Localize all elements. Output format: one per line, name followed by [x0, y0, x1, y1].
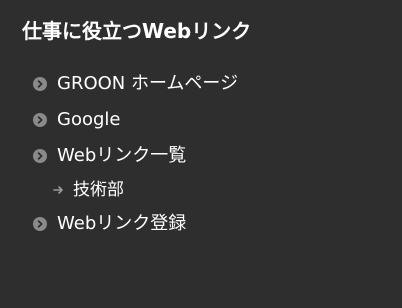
panel-title: 仕事に役立つWebリンク — [22, 19, 252, 43]
link-label[interactable]: Webリンク登録 — [57, 212, 186, 236]
circle-chevron-right-icon — [33, 149, 47, 163]
link-item-groon-homepage[interactable]: GROON ホームページ — [33, 66, 238, 102]
link-item-web-link-register[interactable]: Webリンク登録 — [33, 206, 238, 242]
web-links-panel: 仕事に役立つWebリンク GROON ホームページ Google Webリンク一… — [0, 0, 402, 308]
link-label[interactable]: Webリンク一覧 — [57, 144, 186, 168]
link-label[interactable]: GROON ホームページ — [57, 72, 238, 96]
circle-chevron-right-icon — [33, 77, 47, 91]
sublink-item-engineering[interactable]: 技術部 — [33, 174, 238, 206]
arrow-right-icon — [52, 184, 64, 196]
link-item-google[interactable]: Google — [33, 102, 238, 138]
link-item-web-link-list[interactable]: Webリンク一覧 — [33, 138, 238, 174]
sublink-label[interactable]: 技術部 — [73, 178, 124, 202]
link-label[interactable]: Google — [57, 108, 120, 132]
circle-chevron-right-icon — [33, 217, 47, 231]
link-list: GROON ホームページ Google Webリンク一覧 技術部 Webリンク登 — [33, 66, 238, 242]
circle-chevron-right-icon — [33, 113, 47, 127]
